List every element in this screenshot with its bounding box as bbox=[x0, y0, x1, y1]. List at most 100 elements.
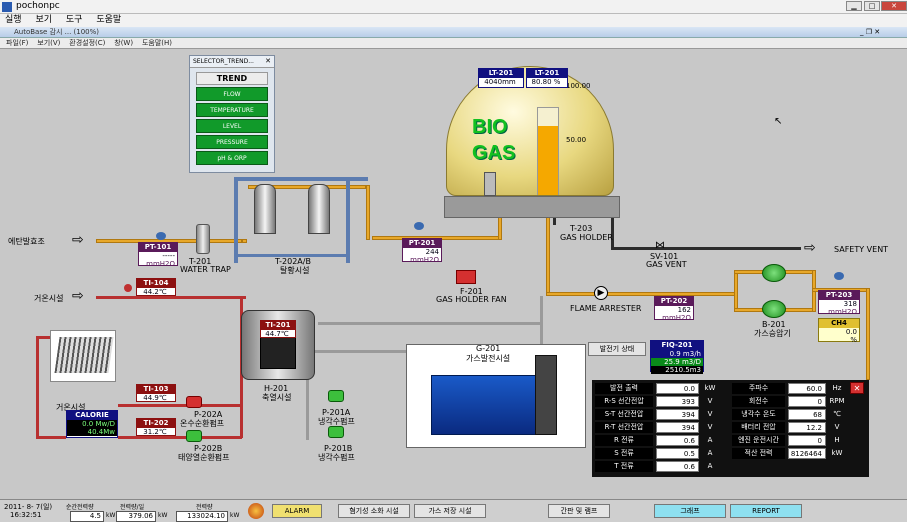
level-gauge-fill bbox=[538, 126, 558, 195]
trend-pressure-button[interactable]: PRESSURE bbox=[196, 135, 268, 149]
desulf-frame bbox=[346, 177, 350, 263]
ti103-tag[interactable]: TI-103 44.9℃ bbox=[136, 384, 176, 402]
desulf-tank-a[interactable] bbox=[254, 184, 276, 234]
report-button[interactable]: REPORT bbox=[730, 504, 802, 518]
day-power-unit: kW bbox=[158, 512, 168, 519]
scale-top: 100.00 bbox=[566, 82, 591, 90]
booster-a[interactable] bbox=[762, 264, 786, 282]
desulf-tank-b[interactable] bbox=[308, 184, 330, 234]
cooling-pipe bbox=[306, 350, 406, 353]
gas-pipe bbox=[546, 205, 550, 293]
gen-param-label: R-S 선간전압 bbox=[595, 396, 653, 407]
pt203-tag[interactable]: PT-203 318 mmH2O bbox=[818, 290, 860, 316]
gen-param-unit: V bbox=[834, 423, 840, 431]
generator-status-button[interactable]: 발전기 상태 bbox=[588, 342, 646, 356]
water-trap-label: WATER TRAP bbox=[180, 265, 231, 274]
maximize-button[interactable]: □ bbox=[864, 1, 880, 11]
app-menu-view[interactable]: 보기(V) bbox=[37, 38, 60, 49]
signboard-lamp-button[interactable]: 간판 및 램프 bbox=[548, 504, 610, 518]
window-title: pochonpc bbox=[16, 1, 60, 11]
fan-label: GAS HOLDER FAN bbox=[436, 295, 507, 304]
gas-pipe bbox=[866, 288, 870, 380]
pump-p201b[interactable] bbox=[328, 426, 344, 438]
gen-param-label: 발전 출력 bbox=[595, 383, 653, 394]
gas-storage-button[interactable]: 가스 저장 시설 bbox=[414, 504, 486, 518]
digester-facility-button[interactable]: 혐기성 소화 시설 bbox=[338, 504, 410, 518]
pump-p202b[interactable] bbox=[186, 430, 202, 442]
vent-label: GAS VENT bbox=[646, 260, 687, 269]
app-menu-help[interactable]: 도움말(H) bbox=[142, 38, 172, 49]
pt101-tag[interactable]: PT-101 ----- mmH2O bbox=[138, 242, 178, 268]
gen-param-value: 12.2 bbox=[788, 422, 826, 433]
gen-param-value: 393 bbox=[656, 396, 699, 407]
menu-view[interactable]: 보기 bbox=[35, 14, 52, 27]
day-power-value: 379.06 bbox=[116, 511, 156, 522]
app-menu-window[interactable]: 창(W) bbox=[114, 38, 133, 49]
pump-p201a[interactable] bbox=[328, 390, 344, 402]
generator-label: 가스발전시설 bbox=[466, 354, 511, 363]
gauge-icon bbox=[414, 222, 424, 230]
ti202-tag[interactable]: TI-202 31.2℃ bbox=[136, 418, 176, 436]
app-title: AutoBase 감시 ... (100%) bbox=[14, 28, 100, 36]
trend-temperature-button[interactable]: TEMPERATURE bbox=[196, 103, 268, 117]
gen-param-unit: ℃ bbox=[833, 410, 841, 418]
trend-title: TREND bbox=[196, 72, 268, 85]
gen-param-value: 0 bbox=[788, 435, 826, 446]
pt201-tag[interactable]: PT-201 244 mmH2O bbox=[402, 238, 442, 264]
valve-icon[interactable]: ⋈ bbox=[652, 240, 668, 252]
flame-arrester-icon[interactable]: ▶ bbox=[594, 286, 608, 300]
lt201-level-tag[interactable]: LT-201 4040mm bbox=[478, 68, 524, 88]
trend-flow-button[interactable]: FLOW bbox=[196, 87, 268, 101]
window-titlebar: pochonpc ▁ □ ✕ bbox=[0, 0, 907, 14]
alarm-lamp-icon bbox=[248, 503, 264, 519]
gas-holder-fan[interactable] bbox=[456, 270, 476, 284]
water-trap[interactable] bbox=[196, 224, 210, 254]
gen-param-unit: kW bbox=[831, 449, 843, 457]
graph-button[interactable]: 그래프 bbox=[654, 504, 726, 518]
scale-mid: 50.00 bbox=[566, 136, 587, 144]
fiq201-tag[interactable]: FIQ-201 0.9 m3/h 25.9 m3/D 2510.5m3 bbox=[650, 340, 704, 374]
gas-pipe bbox=[734, 308, 764, 312]
close-icon[interactable]: ✕ bbox=[850, 382, 864, 394]
alarm-button[interactable]: ALARM bbox=[272, 504, 322, 518]
heater-label: 축열시설 bbox=[262, 393, 292, 402]
app-menu-file[interactable]: 파일(F) bbox=[6, 38, 28, 49]
gen-param-unit: V bbox=[707, 423, 713, 431]
menu-help[interactable]: 도움말 bbox=[96, 14, 121, 27]
trend-selector-window: SELECTOR_TREND... ✕ TREND FLOW TEMPERATU… bbox=[189, 55, 275, 173]
menu-tools[interactable]: 도구 bbox=[66, 14, 83, 27]
status-time: 16:32:51 bbox=[10, 511, 42, 519]
gen-param-label: 주파수 bbox=[732, 383, 785, 394]
booster-b[interactable] bbox=[762, 300, 786, 318]
gen-param-value: 0.6 bbox=[656, 435, 699, 446]
app-titlebar: AutoBase 감시 ... (100%) _ ❐ ✕ bbox=[0, 27, 907, 38]
trend-window-title[interactable]: SELECTOR_TREND... bbox=[190, 56, 274, 68]
hot-water-pipe bbox=[118, 436, 242, 439]
pt202-tag[interactable]: PT-202 162 mmH2O bbox=[654, 296, 694, 322]
ti104-tag[interactable]: TI-104 44.2℃ bbox=[136, 278, 176, 296]
app-menu-settings[interactable]: 환경설정(C) bbox=[69, 38, 105, 49]
ch4-tag[interactable]: CH4 0.0 % bbox=[818, 318, 860, 344]
gen-param-label: T 전류 bbox=[595, 461, 653, 472]
trend-level-button[interactable]: LEVEL bbox=[196, 119, 268, 133]
app-window-controls[interactable]: _ ❐ ✕ bbox=[860, 28, 880, 36]
digester-label: 에탄발효조 bbox=[8, 237, 45, 246]
total-power-unit: kW bbox=[230, 512, 240, 519]
hot-water-pipe bbox=[118, 404, 242, 407]
close-button[interactable]: ✕ bbox=[881, 1, 907, 11]
calorie-tag[interactable]: CALORIE 0.0 Mw/D 40.4Mw bbox=[66, 410, 118, 438]
gas-pipe bbox=[734, 270, 738, 310]
trend-ph-orp-button[interactable]: pH & ORP bbox=[196, 151, 268, 165]
close-icon[interactable]: ✕ bbox=[265, 57, 271, 65]
lt201-percent-tag[interactable]: LT-201 80.80 % bbox=[526, 68, 568, 88]
app-menubar: 파일(F) 보기(V) 환경설정(C) 창(W) 도움말(H) bbox=[0, 38, 907, 49]
app-icon bbox=[2, 2, 12, 12]
gen-param-label: R 전류 bbox=[595, 435, 653, 446]
menu-run[interactable]: 실행 bbox=[5, 14, 22, 27]
booster-label: 가스승압기 bbox=[754, 329, 791, 338]
minimize-button[interactable]: ▁ bbox=[846, 1, 862, 11]
holder-inlet bbox=[484, 172, 496, 196]
ti201-tag[interactable]: TI-201 44.7℃ bbox=[260, 320, 296, 338]
gen-param-unit: RPM bbox=[829, 397, 845, 405]
pump-p202a[interactable] bbox=[186, 396, 202, 408]
